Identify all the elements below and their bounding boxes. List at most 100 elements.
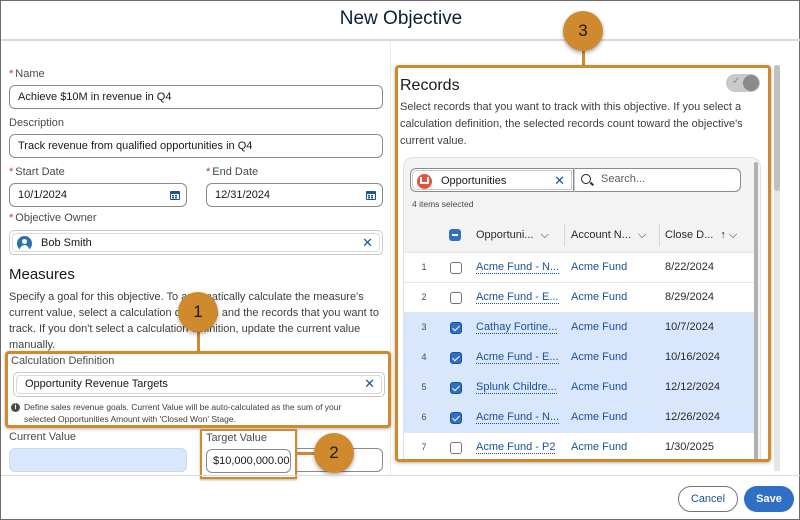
description-label: Description — [9, 117, 65, 129]
table-row[interactable]: 3 Cathay Fortine... Acme Fund 10/7/2024 — [404, 312, 756, 342]
records-search-input[interactable]: Search... — [574, 168, 741, 192]
description-input[interactable]: Track revenue from qualified opportuniti… — [9, 134, 383, 158]
column-label: Opportuni... — [476, 229, 534, 241]
search-placeholder: Search... — [601, 173, 646, 185]
records-text-line: calculation definition, the selected rec… — [400, 118, 743, 130]
row-checkbox[interactable] — [450, 352, 462, 364]
table-row[interactable]: 2 Acme Fund - E... Acme Fund 8/29/2024 — [404, 282, 756, 312]
cancel-button[interactable]: Cancel — [678, 486, 738, 512]
opportunity-link[interactable]: Acme Fund - E... — [476, 291, 559, 304]
chevron-down-icon[interactable]: ⌵ — [638, 229, 646, 241]
table-row[interactable]: 6 Acme Fund - N... Acme Fund 12/26/2024 — [404, 402, 756, 432]
select-all-checkbox[interactable] — [449, 229, 461, 241]
account-link[interactable]: Acme Fund — [571, 381, 627, 393]
calc-definition-value: Opportunity Revenue Targets — [25, 378, 168, 390]
check-icon: ✓ — [732, 76, 741, 87]
account-link[interactable]: Acme Fund — [571, 441, 627, 453]
records-toggle[interactable]: ✓ — [726, 74, 760, 92]
column-header-opportunity[interactable]: Opportuni... ⌵ — [476, 229, 549, 242]
chevron-down-icon[interactable]: ⌵ — [541, 229, 549, 241]
object-selector[interactable]: Opportunities ✕ — [410, 168, 574, 192]
scrollbar-thumb[interactable] — [774, 65, 780, 191]
table-scrollbar[interactable] — [754, 162, 758, 459]
calc-definition-help: Define sales revenue goals. Current Valu… — [24, 401, 389, 425]
opportunity-link[interactable]: Cathay Fortine... — [476, 321, 558, 334]
table-row[interactable]: 1 Acme Fund - N... Acme Fund 8/22/2024 — [404, 252, 756, 282]
row-checkbox[interactable] — [450, 322, 462, 334]
calc-definition-lookup[interactable]: Opportunity Revenue Targets ✕ — [13, 372, 385, 397]
row-checkbox[interactable] — [450, 442, 462, 454]
row-checkbox[interactable] — [450, 412, 462, 424]
object-selector-label: Opportunities — [441, 175, 507, 187]
start-date-value: 10/1/2024 — [18, 189, 67, 201]
start-date-label-text: Start Date — [15, 166, 65, 178]
toggle-knob — [743, 75, 759, 91]
table-row[interactable]: 4 Acme Fund - E... Acme Fund 10/16/2024 — [404, 342, 756, 372]
close-date: 8/22/2024 — [665, 261, 714, 273]
current-value-input[interactable] — [9, 448, 187, 472]
save-button[interactable]: Save — [744, 486, 794, 512]
start-date-label: * Start Date — [9, 166, 65, 178]
target-value-section: Target Value $10,000,000.00 — [200, 429, 297, 479]
callout-badge-3: 3 — [563, 11, 603, 51]
records-text-line: current value. — [400, 135, 467, 147]
calendar-icon[interactable] — [169, 189, 181, 201]
row-checkbox[interactable] — [450, 292, 462, 304]
opportunity-link[interactable]: Acme Fund - P2 — [476, 441, 556, 454]
account-link[interactable]: Acme Fund — [571, 321, 627, 333]
account-link[interactable]: Acme Fund — [571, 351, 627, 363]
column-header-account[interactable]: Account N... ⌵ — [571, 229, 646, 242]
close-date: 10/16/2024 — [665, 351, 721, 363]
table-row[interactable]: 5 Splunk Childre... Acme Fund 12/12/2024 — [404, 372, 756, 402]
row-number: 5 — [421, 382, 427, 392]
callout-badge-1: 1 — [178, 292, 218, 332]
start-date-input[interactable]: 10/1/2024 — [9, 183, 187, 207]
calc-definition-label: Calculation Definition — [11, 355, 115, 367]
clear-calc-definition-icon[interactable]: ✕ — [364, 373, 375, 395]
records-heading: Records — [400, 77, 460, 94]
row-number: 1 — [421, 262, 427, 272]
calculation-definition-section: Calculation Definition Opportunity Reven… — [5, 351, 391, 428]
row-number: 4 — [421, 352, 427, 362]
column-divider[interactable] — [659, 224, 660, 246]
row-number: 7 — [421, 442, 427, 452]
help-line: selected Opportunities Amount with 'Clos… — [24, 414, 236, 424]
dialog-scrollbar[interactable] — [774, 65, 780, 471]
owner-label: * Objective Owner — [9, 212, 97, 224]
search-icon — [581, 174, 591, 184]
row-number: 3 — [421, 322, 427, 332]
row-checkbox[interactable] — [450, 262, 462, 274]
clear-object-icon[interactable]: ✕ — [554, 170, 565, 192]
target-value-label: Target Value — [206, 432, 267, 444]
records-text-line: Select records that you want to track wi… — [400, 101, 742, 113]
opportunity-link[interactable]: Acme Fund - N... — [476, 411, 560, 424]
owner-lookup[interactable]: Bob Smith ✕ — [9, 230, 383, 255]
account-link[interactable]: Acme Fund — [571, 261, 627, 273]
end-date-input[interactable]: 12/31/2024 — [206, 183, 383, 207]
close-date: 12/12/2024 — [665, 381, 721, 393]
owner-label-text: Objective Owner — [15, 212, 97, 224]
column-header-close-date[interactable]: Close D... ↑ ⌵ — [665, 229, 737, 242]
close-date: 1/30/2025 — [665, 441, 714, 453]
name-input[interactable]: Achieve $10M in revenue in Q4 — [9, 85, 383, 109]
target-value-input[interactable]: $10,000,000.00 — [206, 449, 291, 473]
required-marker: * — [9, 166, 14, 178]
sort-ascending-icon[interactable]: ↑ — [720, 229, 726, 241]
callout-badge-2: 2 — [314, 433, 354, 473]
close-date: 8/29/2024 — [665, 291, 714, 303]
account-link[interactable]: Acme Fund — [571, 411, 627, 423]
column-divider[interactable] — [564, 224, 565, 246]
opportunity-link[interactable]: Splunk Childre... — [476, 381, 557, 394]
chevron-down-icon[interactable]: ⌵ — [729, 229, 737, 241]
required-marker: * — [9, 68, 14, 80]
selected-count: 4 items selected — [412, 199, 474, 209]
account-link[interactable]: Acme Fund — [571, 291, 627, 303]
calendar-icon[interactable] — [365, 189, 377, 201]
row-checkbox[interactable] — [450, 382, 462, 394]
clear-owner-icon[interactable]: ✕ — [362, 232, 373, 254]
opportunity-link[interactable]: Acme Fund - N... — [476, 261, 560, 274]
opportunity-link[interactable]: Acme Fund - E... — [476, 351, 559, 364]
row-number: 2 — [421, 292, 427, 302]
table-row[interactable]: 7 Acme Fund - P2 Acme Fund 1/30/2025 — [404, 432, 756, 459]
object-selector-pill: Opportunities ✕ — [412, 170, 572, 190]
